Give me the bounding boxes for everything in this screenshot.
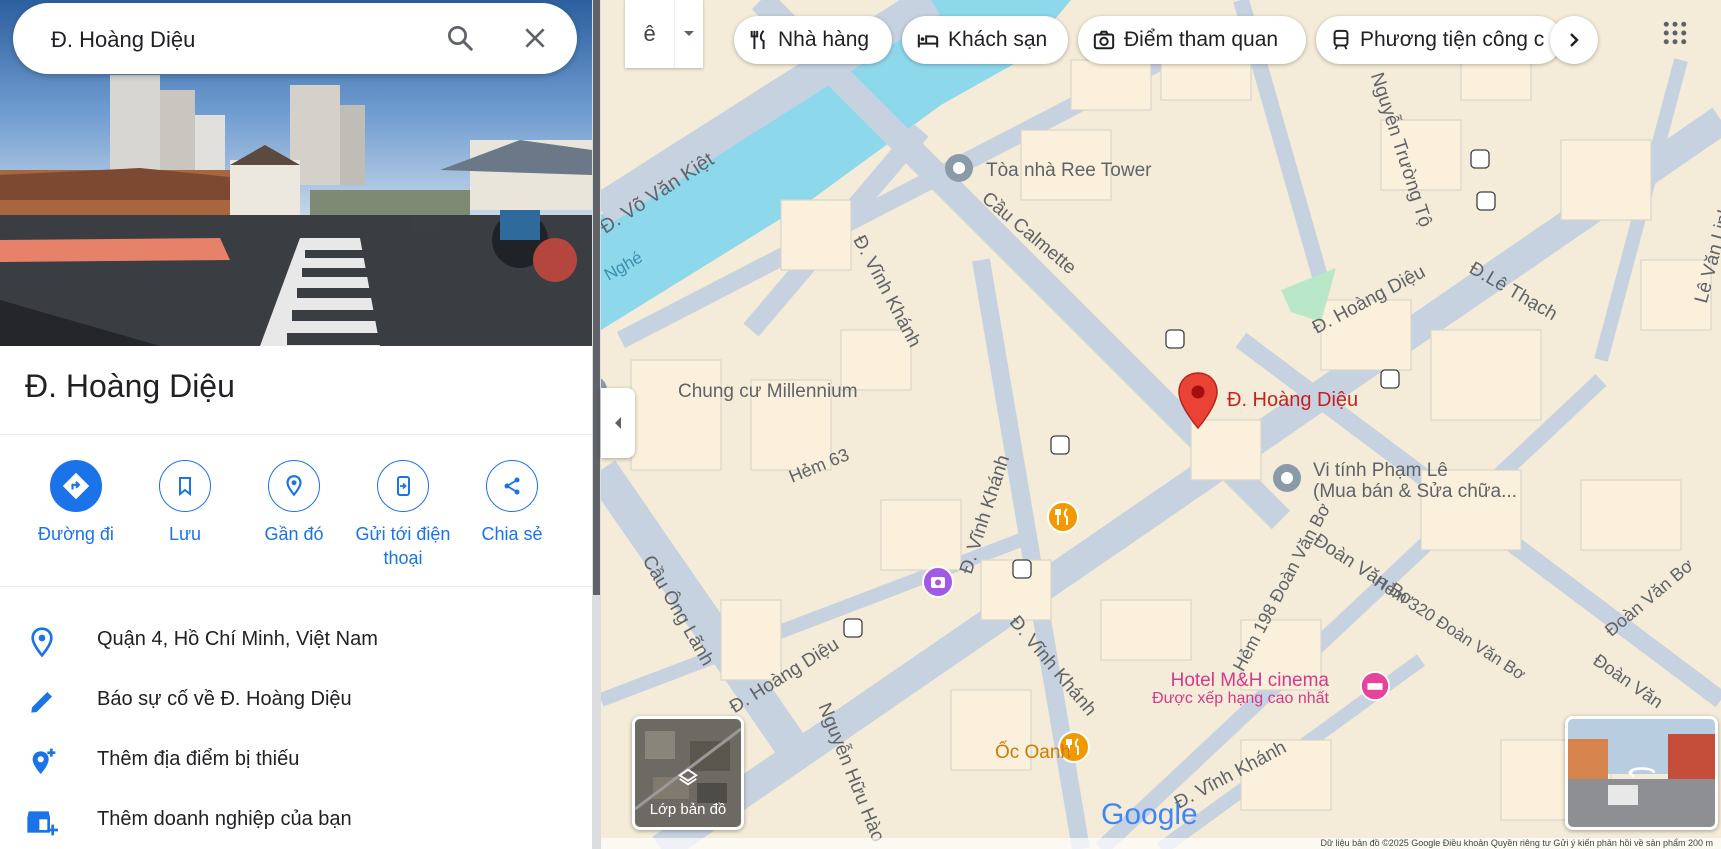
directions-icon bbox=[50, 460, 102, 512]
chevron-left-icon bbox=[615, 417, 621, 429]
map-canvas[interactable]: Tòa nhà Ree Tower Chung cư Millennium Vi… bbox=[601, 0, 1721, 849]
directions-button[interactable]: Đường đi bbox=[21, 460, 131, 546]
directions-label: Đường đi bbox=[38, 524, 114, 544]
send-to-phone-label: Gửi tới điện thoại bbox=[355, 524, 451, 568]
chevron-down-icon bbox=[684, 31, 695, 36]
attraction-camera-icon[interactable] bbox=[921, 565, 955, 599]
chip-hotels[interactable]: Khách sạn bbox=[902, 16, 1068, 64]
collapse-panel-button[interactable] bbox=[601, 388, 635, 458]
chip-label: Khách sạn bbox=[948, 28, 1048, 51]
save-label: Lưu bbox=[168, 524, 202, 544]
add-missing-place-text: Thêm địa điểm bị thiếu bbox=[97, 748, 300, 770]
hotel-icon bbox=[917, 34, 939, 48]
clear-search-button[interactable] bbox=[516, 19, 554, 57]
selected-place-pin-icon[interactable] bbox=[1177, 372, 1219, 430]
apps-grid-icon[interactable] bbox=[1660, 18, 1690, 48]
google-logo: Google bbox=[1101, 798, 1198, 832]
poi-hotel-rating: Được xếp hạng cao nhất bbox=[1152, 690, 1329, 707]
save-button[interactable]: Lưu bbox=[130, 460, 240, 546]
camera-icon bbox=[1093, 30, 1115, 50]
chevron-right-icon bbox=[1570, 33, 1579, 47]
restaurant-icon bbox=[750, 30, 765, 50]
chip-restaurants[interactable]: Nhà hàng bbox=[734, 16, 892, 64]
street-view-button[interactable] bbox=[1565, 716, 1718, 830]
chip-transit[interactable]: Phương tiện công c bbox=[1316, 16, 1562, 64]
panel-scrollbar[interactable] bbox=[592, 0, 601, 849]
poi-millennium[interactable]: Chung cư Millennium bbox=[678, 381, 858, 403]
place-panel: Đ. Hoàng Diệu Đường đi Lưu Gần đó bbox=[0, 0, 592, 849]
pin-label: Đ. Hoàng Diệu bbox=[1227, 389, 1359, 411]
poi-oc-oanh[interactable]: Ốc Oanh bbox=[995, 742, 1071, 764]
poi-vitinh-sub: (Mua bán & Sửa chữa... bbox=[1313, 481, 1517, 502]
share-button[interactable]: Chia sẻ bbox=[457, 460, 567, 546]
poi-hotel-name[interactable]: Hotel M&H cinema bbox=[1171, 670, 1329, 692]
input-tools-control[interactable]: ê bbox=[625, 0, 703, 68]
place-title: Đ. Hoàng Diệu bbox=[25, 368, 235, 404]
send-to-phone-button[interactable]: Gửi tới điện thoại bbox=[348, 460, 458, 570]
pencil-icon bbox=[31, 692, 52, 713]
report-issue-row[interactable]: Báo sự cố về Đ. Hoàng Diệu bbox=[0, 674, 592, 726]
nearby-label: Gần đó bbox=[264, 524, 324, 544]
divider bbox=[0, 434, 592, 435]
poi-marker-icon[interactable] bbox=[1271, 462, 1303, 494]
scrollbar-thumb[interactable] bbox=[593, 0, 600, 595]
add-missing-place-row[interactable]: Thêm địa điểm bị thiếu bbox=[0, 734, 592, 786]
poi-marker-icon[interactable] bbox=[943, 152, 975, 184]
layers-icon bbox=[678, 768, 698, 786]
close-icon bbox=[525, 28, 545, 48]
chips-next-button[interactable] bbox=[1550, 16, 1598, 64]
add-place-icon bbox=[32, 748, 56, 774]
restaurant-icon[interactable] bbox=[1046, 500, 1080, 534]
hotel-icon[interactable] bbox=[1359, 670, 1391, 702]
input-tool-button[interactable]: ê bbox=[625, 0, 674, 68]
transit-icon bbox=[1333, 29, 1349, 50]
divider bbox=[0, 586, 592, 587]
map-footer[interactable]: Dữ liệu bản đồ ©2025 Google Điều khoản Q… bbox=[601, 838, 1721, 849]
nearby-button[interactable]: Gần đó bbox=[239, 460, 349, 546]
poi-ree-tower[interactable]: Tòa nhà Ree Tower bbox=[986, 160, 1151, 182]
map-layers-button[interactable]: Lớp bản đồ bbox=[632, 716, 744, 830]
chip-attractions[interactable]: Điểm tham quan bbox=[1078, 16, 1306, 64]
chip-label: Điểm tham quan bbox=[1124, 28, 1279, 51]
chip-label: Nhà hàng bbox=[778, 28, 870, 51]
chip-label: Phương tiện công c bbox=[1360, 28, 1545, 51]
report-issue-text: Báo sự cố về Đ. Hoàng Diệu bbox=[97, 688, 352, 710]
search-box[interactable] bbox=[13, 3, 577, 76]
share-label: Chia sẻ bbox=[481, 524, 543, 544]
add-business-icon bbox=[27, 811, 58, 836]
search-icon bbox=[448, 26, 473, 51]
search-input[interactable] bbox=[49, 3, 433, 76]
search-button[interactable] bbox=[441, 19, 479, 57]
360-rotate-icon bbox=[1628, 767, 1656, 778]
address-row[interactable]: Quận 4, Hồ Chí Minh, Việt Nam bbox=[0, 614, 592, 666]
add-business-text: Thêm doanh nghiệp của bạn bbox=[97, 808, 352, 830]
add-business-row[interactable]: Thêm doanh nghiệp của bạn bbox=[0, 794, 592, 846]
send-to-phone-icon bbox=[377, 460, 429, 512]
location-pin-icon bbox=[31, 627, 53, 658]
share-icon bbox=[486, 460, 538, 512]
layers-label: Lớp bản đồ bbox=[649, 801, 727, 818]
google-logo-text: Google bbox=[1101, 798, 1198, 831]
nearby-icon bbox=[268, 460, 320, 512]
bookmark-icon bbox=[159, 460, 211, 512]
poi-vitinh-name[interactable]: Vi tính Phạm Lê bbox=[1313, 460, 1448, 482]
input-tool-dropdown[interactable] bbox=[674, 0, 703, 68]
address-text: Quận 4, Hồ Chí Minh, Việt Nam bbox=[97, 628, 378, 650]
